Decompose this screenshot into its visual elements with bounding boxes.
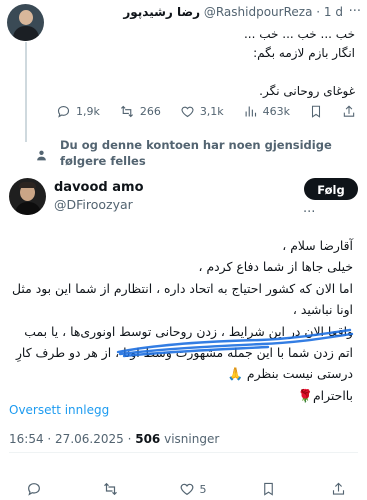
bookmark-button[interactable] [261, 481, 276, 497]
tweet-views-count: 506 [135, 432, 161, 446]
thread-connector [25, 42, 27, 142]
share-button[interactable] [331, 481, 346, 497]
author-avatar[interactable] [9, 178, 46, 215]
bookmark-icon [311, 105, 321, 118]
quoted-tweet-time[interactable]: 1 d [324, 5, 343, 19]
author-name[interactable]: davood amo [54, 180, 144, 195]
quoted-tweet-header: رضا رشیدپور @RashidpourReza · 1 d [123, 5, 343, 19]
tweet-meta: 16:54 · 27.06.2025 · 506 visninger [9, 432, 220, 446]
repost-button[interactable] [102, 481, 124, 497]
repost-icon [103, 482, 117, 496]
more-options-icon[interactable]: ··· [349, 4, 361, 19]
reply-button[interactable] [26, 481, 47, 497]
tweet-actions: 5 [26, 481, 346, 500]
share-button[interactable] [342, 102, 356, 120]
reply-icon [28, 483, 40, 496]
heart-icon [181, 106, 194, 117]
views-button[interactable]: 463k [243, 102, 290, 120]
follow-button[interactable]: Følg [304, 178, 358, 200]
more-options-icon[interactable]: ··· [303, 205, 315, 220]
quoted-author-handle[interactable]: @RashidpourReza [204, 5, 313, 19]
reply-button[interactable]: 1,9k [56, 102, 100, 120]
bookmark-button[interactable] [309, 102, 323, 120]
quoted-tweet-actions: 1,9k 266 3,1k 463k [56, 102, 356, 120]
tweet-views-label: visninger [164, 432, 220, 446]
reply-icon [57, 105, 70, 118]
repost-button[interactable]: 266 [119, 102, 161, 120]
like-count: 3,1k [199, 104, 224, 118]
views-chart-icon [245, 106, 256, 116]
share-icon [343, 105, 355, 117]
quoted-tweet[interactable]: رضا رشیدپور @RashidpourReza · 1 d ··· خب… [0, 0, 367, 142]
author-handle[interactable]: @DFiroozyar [54, 197, 133, 212]
heart-icon [180, 483, 193, 496]
translate-post-link[interactable]: Oversett innlegg [9, 403, 109, 417]
quoted-tweet-text: خب ... خب ... خب ... انگار بازم لازمه بگ… [243, 27, 355, 98]
quoted-author-name[interactable]: رضا رشیدپور [123, 5, 200, 19]
person-icon [37, 150, 46, 161]
like-button[interactable]: 3,1k [180, 102, 224, 120]
tweet-date[interactable]: 27.06.2025 [55, 432, 124, 446]
tweet-time[interactable]: 16:54 [9, 432, 44, 446]
mutual-followers-note[interactable]: Du og denne kontoen har noen gjensidige … [60, 137, 350, 169]
like-count: 5 [199, 482, 207, 496]
like-button[interactable]: 5 [179, 481, 207, 497]
reply-count: 1,9k [76, 104, 100, 118]
repost-icon [120, 105, 133, 117]
bookmark-icon [264, 482, 274, 496]
repost-count: 266 [139, 104, 161, 118]
view-count: 463k [262, 104, 291, 118]
dot-separator: · [316, 5, 321, 19]
quoted-author-avatar[interactable] [7, 4, 44, 41]
tweet-text: آقارضا سلام ، خیلی جاها از شما دفاع کردم… [12, 238, 353, 403]
share-icon [332, 482, 345, 495]
divider [9, 452, 358, 453]
